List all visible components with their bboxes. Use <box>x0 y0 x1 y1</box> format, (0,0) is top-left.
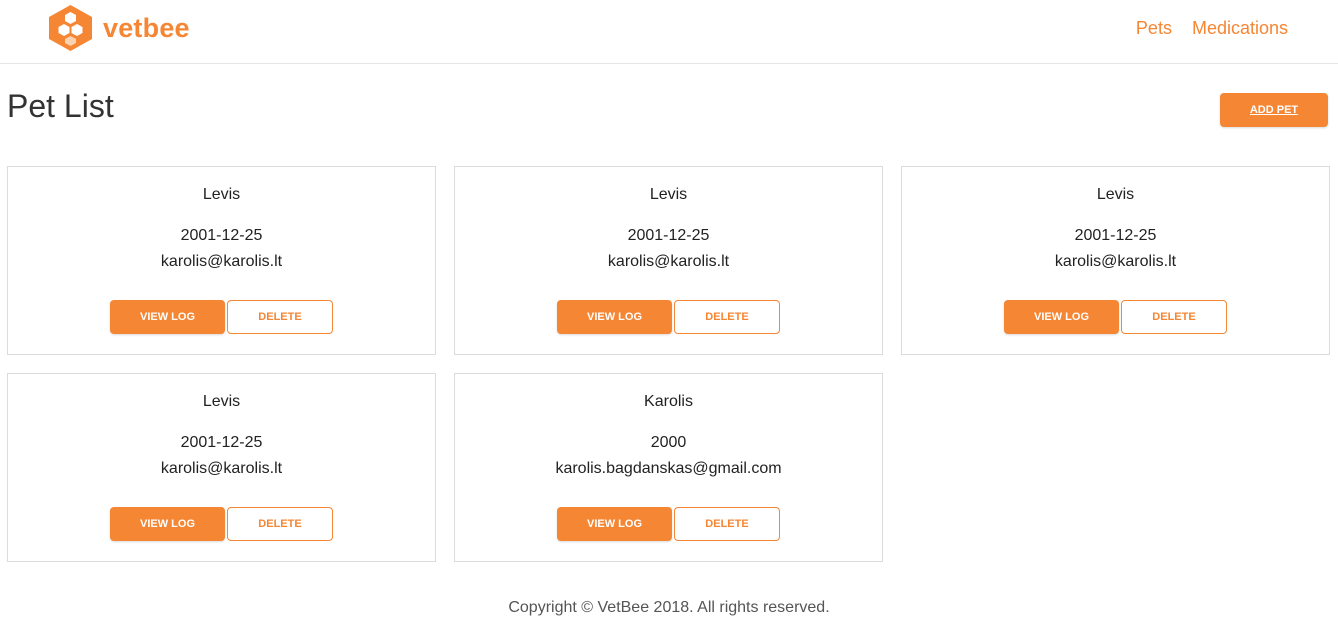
pet-dob: 2001-12-25 <box>180 434 263 451</box>
main-nav: Pets Medications <box>1136 18 1288 39</box>
pet-name: Levis <box>202 393 241 410</box>
card-actions: VIEW LOG DELETE <box>455 300 882 334</box>
card-actions: VIEW LOG DELETE <box>8 507 435 541</box>
pet-card: Levis 2001-12-25 karolis@karolis.lt VIEW… <box>7 373 436 562</box>
view-log-button[interactable]: VIEW LOG <box>557 300 672 334</box>
pet-dob: 2001-12-25 <box>1074 227 1157 244</box>
pet-card: Levis 2001-12-25 karolis@karolis.lt VIEW… <box>901 166 1330 355</box>
pet-dob: 2001-12-25 <box>180 227 263 244</box>
pet-list: Levis 2001-12-25 karolis@karolis.lt VIEW… <box>7 166 1331 562</box>
pet-dob: 2000 <box>650 434 687 451</box>
pet-card: Karolis 2000 karolis.bagdanskas@gmail.co… <box>454 373 883 562</box>
logo[interactable]: vetbee <box>48 4 190 52</box>
card-actions: VIEW LOG DELETE <box>902 300 1329 334</box>
pet-name: Levis <box>1096 186 1135 203</box>
page-title: Pet List <box>7 88 114 124</box>
delete-button[interactable]: DELETE <box>674 300 780 334</box>
pet-name: Levis <box>202 186 241 203</box>
delete-button[interactable]: DELETE <box>227 300 333 334</box>
view-log-button[interactable]: VIEW LOG <box>110 507 225 541</box>
pet-card: Levis 2001-12-25 karolis@karolis.lt VIEW… <box>454 166 883 355</box>
view-log-button[interactable]: VIEW LOG <box>110 300 225 334</box>
delete-button[interactable]: DELETE <box>674 507 780 541</box>
card-actions: VIEW LOG DELETE <box>455 507 882 541</box>
footer-copyright: Copyright © VetBee 2018. All rights rese… <box>508 599 830 616</box>
nav-link-medications[interactable]: Medications <box>1192 18 1288 39</box>
pet-dob: 2001-12-25 <box>627 227 710 244</box>
nav-link-pets[interactable]: Pets <box>1136 18 1172 39</box>
pet-email: karolis@karolis.lt <box>607 253 730 270</box>
pet-name: Levis <box>649 186 688 203</box>
view-log-button[interactable]: VIEW LOG <box>557 507 672 541</box>
logo-text: vetbee <box>103 13 190 43</box>
pet-email: karolis.bagdanskas@gmail.com <box>555 460 782 477</box>
pet-email: karolis@karolis.lt <box>160 460 283 477</box>
delete-button[interactable]: DELETE <box>227 507 333 541</box>
pet-name: Karolis <box>644 393 693 410</box>
pet-email: karolis@karolis.lt <box>160 253 283 270</box>
delete-button[interactable]: DELETE <box>1121 300 1227 334</box>
pet-email: karolis@karolis.lt <box>1054 253 1177 270</box>
honeycomb-logo-icon <box>49 5 92 51</box>
site-header: vetbee Pets Medications <box>0 0 1338 64</box>
add-pet-button[interactable]: ADD PET <box>1220 93 1328 127</box>
pet-card: Levis 2001-12-25 karolis@karolis.lt VIEW… <box>7 166 436 355</box>
card-actions: VIEW LOG DELETE <box>8 300 435 334</box>
view-log-button[interactable]: VIEW LOG <box>1004 300 1119 334</box>
